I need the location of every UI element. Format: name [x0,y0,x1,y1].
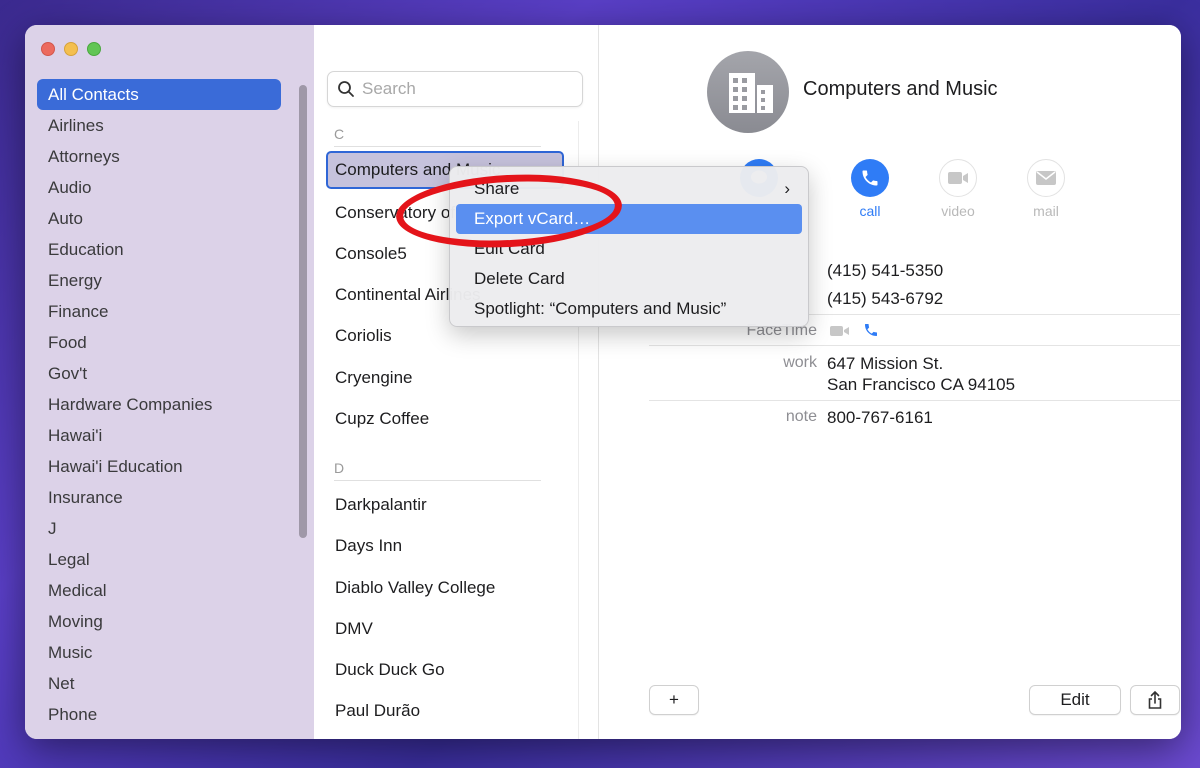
edit-button[interactable]: Edit [1029,685,1121,715]
sidebar-item-hawaii-education[interactable]: Hawai'i Education [37,451,281,482]
video-icon [939,159,977,197]
share-button[interactable] [1130,685,1180,715]
contact-avatar [707,51,789,133]
sidebar-scrollbar[interactable] [299,85,307,538]
contact-row[interactable]: Darkpalantir [326,486,564,524]
video-label: video [941,203,975,219]
contact-row[interactable]: Paul Durão [326,692,564,730]
contact-row[interactable]: DMV [326,610,564,648]
address-line-1[interactable]: 647 Mission St. [827,354,943,374]
contact-row[interactable]: Cupz Coffee [326,400,564,438]
section-header-c: C [334,126,541,147]
sidebar: All Contacts Airlines Attorneys Audio Au… [25,25,314,739]
minimize-window-button[interactable] [64,42,78,56]
phone-icon [851,159,889,197]
group-list: All Contacts Airlines Attorneys Audio Au… [37,79,281,730]
window-controls [41,42,101,56]
sidebar-item-moving[interactable]: Moving [37,606,281,637]
contact-name: Computers and Music [803,78,998,100]
sidebar-item-legal[interactable]: Legal [37,544,281,575]
menu-item-spotlight[interactable]: Spotlight: “Computers and Music” [456,294,802,324]
sidebar-item-auto[interactable]: Auto [37,203,281,234]
note-label: note [785,408,817,425]
mail-action[interactable]: mail [1011,159,1081,219]
contact-row[interactable]: Cryengine [326,359,564,397]
sidebar-item-j[interactable]: J [37,513,281,544]
contact-list-pane: C Computers and Music Conservatory of Mu… [314,25,599,739]
sidebar-item-insurance[interactable]: Insurance [37,482,281,513]
sidebar-item-audio[interactable]: Audio [37,172,281,203]
sidebar-item-airlines[interactable]: Airlines [37,110,281,141]
sidebar-item-all-contacts[interactable]: All Contacts [37,79,281,110]
divider [649,345,1180,346]
divider [649,400,1180,401]
sidebar-item-phone[interactable]: Phone [37,699,281,730]
sidebar-item-hawaii[interactable]: Hawai'i [37,420,281,451]
sidebar-item-food[interactable]: Food [37,327,281,358]
address-label: work [783,354,817,371]
sidebar-item-medical[interactable]: Medical [37,575,281,606]
sidebar-item-finance[interactable]: Finance [37,296,281,327]
sidebar-item-education[interactable]: Education [37,234,281,265]
contact-row[interactable]: Days Inn [326,527,564,565]
sidebar-item-hardware-companies[interactable]: Hardware Companies [37,389,281,420]
section-header-d: D [334,460,541,481]
note-value[interactable]: 800-767-6161 [827,408,933,428]
sidebar-item-govt[interactable]: Gov't [37,358,281,389]
video-action[interactable]: video [923,159,993,219]
contacts-window: All Contacts Airlines Attorneys Audio Au… [25,25,1181,739]
mail-label: mail [1033,203,1059,219]
building-icon [729,73,773,113]
facetime-video-icon[interactable] [829,323,851,339]
facetime-audio-icon[interactable] [863,322,879,338]
share-icon [1148,690,1162,709]
contact-detail-pane: Computers and Music call video mail (415… [599,25,1181,739]
zoom-window-button[interactable] [87,42,101,56]
add-contact-button[interactable]: + [649,685,699,715]
close-window-button[interactable] [41,42,55,56]
sidebar-item-energy[interactable]: Energy [37,265,281,296]
address-line-2[interactable]: San Francisco CA 94105 [827,375,1015,395]
menu-item-delete-card[interactable]: Delete Card [456,264,802,294]
call-label: call [859,203,881,219]
search-icon [338,81,354,97]
phone-value-1[interactable]: (415) 541-5350 [827,261,943,281]
sidebar-item-attorneys[interactable]: Attorneys [37,141,281,172]
search-input[interactable] [362,72,572,106]
call-action[interactable]: call [835,159,905,219]
sidebar-item-music[interactable]: Music [37,637,281,668]
search-field[interactable] [327,71,583,107]
phone-value-2[interactable]: (415) 543-6792 [827,289,943,309]
sidebar-item-net[interactable]: Net [37,668,281,699]
contact-row[interactable]: Duck Duck Go [326,651,564,689]
contact-row[interactable]: Diablo Valley College [326,569,564,607]
mail-icon [1027,159,1065,197]
chevron-right-icon: › [784,179,790,198]
